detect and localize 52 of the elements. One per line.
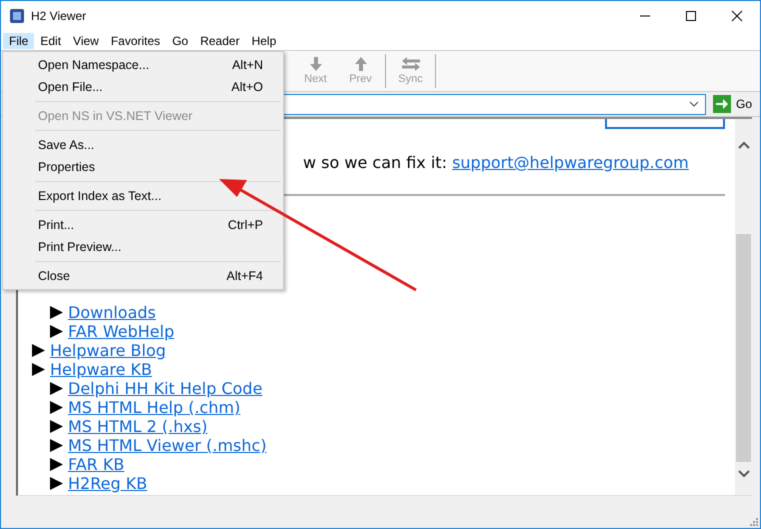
menu-entry[interactable]: Open Namespace... Alt+N — [3, 54, 283, 76]
menu-entry[interactable]: Print Preview... — [3, 236, 283, 258]
menu-entry[interactable]: Print... Ctrl+P — [3, 214, 283, 236]
menu-item[interactable]: Help — [246, 32, 282, 48]
tree-link[interactable]: Helpware Blog — [50, 341, 166, 360]
maximize-icon[interactable] — [685, 10, 697, 22]
down-arrow-icon — [310, 57, 322, 71]
menu-item[interactable]: Favorites — [104, 32, 166, 48]
menu-item[interactable]: File — [3, 32, 34, 48]
menu-item[interactable]: View — [67, 32, 105, 48]
bullet-icon — [32, 363, 45, 376]
support-sentence: w so we can fix it: support@helpwaregroup.com — [303, 153, 690, 172]
menu-item[interactable]: Reader — [194, 32, 246, 48]
chevron-down-icon — [688, 101, 699, 107]
tree-link[interactable]: MS HTML 2 (.hxs) — [68, 417, 208, 436]
menu-entry[interactable]: Properties — [3, 156, 283, 178]
bullet-icon — [50, 439, 63, 452]
menu-entry[interactable]: Open File... Alt+O — [3, 76, 283, 98]
close-icon[interactable] — [731, 10, 743, 22]
tree-link[interactable]: H2Reg KB — [68, 474, 148, 493]
bullet-icon — [50, 382, 63, 395]
tree-link[interactable]: MS HTML Help (.chm) — [68, 398, 240, 417]
scroll-down-icon[interactable] — [738, 470, 750, 478]
scroll-thumb[interactable] — [736, 234, 751, 462]
window-title: H2 Viewer — [31, 9, 86, 23]
menu-entry[interactable]: Close Alt+F4 — [3, 265, 283, 287]
tree-link[interactable]: Helpware KB — [50, 360, 152, 379]
menu-item[interactable]: Edit — [34, 32, 68, 48]
tree-link[interactable]: FAR WebHelp — [68, 322, 174, 341]
bullet-icon — [50, 458, 63, 471]
bullet-icon — [50, 401, 63, 414]
bullet-icon — [50, 420, 63, 433]
sync-icon — [402, 57, 420, 71]
scrollbar[interactable] — [735, 119, 752, 495]
tree-link[interactable]: Downloads — [68, 303, 156, 322]
tree-link[interactable]: Delphi HH Kit Help Code — [68, 379, 262, 398]
menu-item[interactable]: Go — [166, 32, 194, 48]
go-button[interactable]: Go — [712, 95, 752, 113]
menu-entry[interactable]: Save As... — [3, 134, 283, 156]
email-link[interactable]: support@helpwaregroup.com — [452, 153, 689, 172]
menu-entry[interactable]: Export Index as Text... — [3, 185, 283, 207]
app-icon — [9, 8, 25, 24]
scroll-up-icon[interactable] — [738, 141, 750, 149]
up-arrow-icon — [354, 57, 366, 71]
button-edge[interactable] — [605, 119, 725, 129]
bullet-icon — [50, 325, 63, 338]
tree-link[interactable]: MS HTML Viewer (.mshc) — [68, 436, 267, 455]
tree-link[interactable]: FAR KB — [68, 455, 124, 474]
bullet-icon — [50, 306, 63, 319]
bullet-icon — [50, 477, 63, 490]
resize-grip-icon[interactable] — [750, 518, 758, 526]
bullet-icon — [32, 344, 45, 357]
